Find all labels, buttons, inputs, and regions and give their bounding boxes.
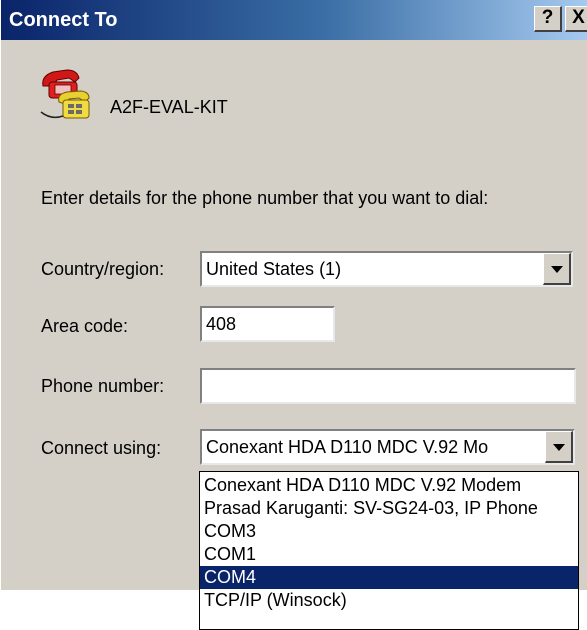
country-region-value: United States (1) [206,259,342,279]
phone-number-input[interactable] [200,368,576,404]
country-region-label: Country/region: [41,259,165,279]
connect-using-select[interactable]: Conexant HDA D110 MDC V.92 Mo [200,429,575,465]
help-button[interactable]: ? [534,6,562,32]
country-dropdown-button[interactable] [543,253,571,285]
area-code-label: Area code: [41,316,129,336]
connect-using-value: Conexant HDA D110 MDC V.92 Mo [206,437,489,457]
dropdown-option[interactable]: Prasad Karuganti: SV-SG24-03, IP Phone [200,497,578,520]
dropdown-option[interactable]: TCP/IP (Winsock) [200,589,578,612]
dropdown-option-selected[interactable]: COM4 [200,566,578,589]
connect-using-label: Connect using: [41,438,162,458]
area-code-value: 408 [206,314,237,334]
chevron-down-icon [553,444,565,451]
area-code-input[interactable]: 408 [200,306,335,342]
chevron-down-icon [551,266,563,273]
dropdown-option[interactable]: COM1 [200,543,578,566]
connect-using-dropdown-button[interactable] [545,431,573,463]
dropdown-option[interactable]: COM3 [200,520,578,543]
country-region-select[interactable]: United States (1) [200,251,573,287]
dial-prompt: Enter details for the phone number that … [41,188,489,208]
dropdown-option[interactable]: Conexant HDA D110 MDC V.92 Modem [200,474,578,497]
title-bar[interactable]: Connect To ? X [1,0,587,40]
close-button[interactable]: X [565,6,587,32]
connect-using-dropdown-list[interactable]: Conexant HDA D110 MDC V.92 Modem Prasad … [199,471,579,630]
phone-connection-icon [40,69,90,119]
connection-name: A2F-EVAL-KIT [110,97,228,117]
window-title: Connect To [9,9,118,31]
phone-number-label: Phone number: [41,376,165,396]
